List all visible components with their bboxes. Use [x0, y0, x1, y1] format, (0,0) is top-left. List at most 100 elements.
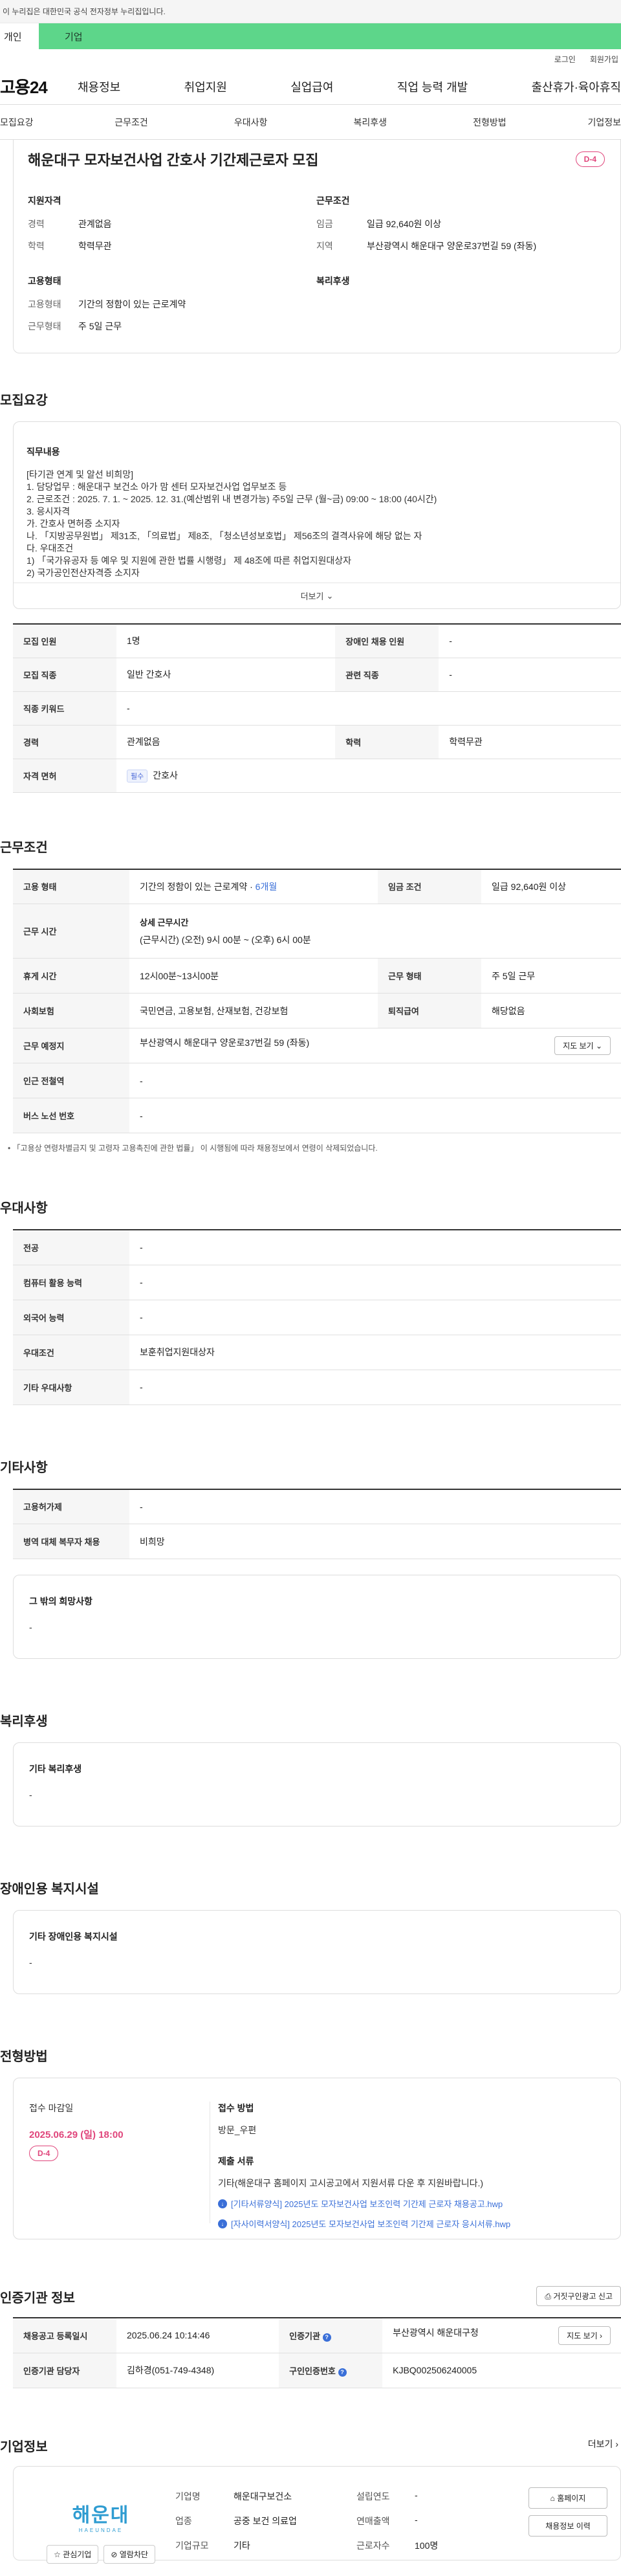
- duty-label: 직무내용: [27, 447, 60, 457]
- pref-label: 전공: [13, 1230, 129, 1265]
- cert-agency-cell: 부산광역시 해운대구청 지도 보기 ›: [382, 2318, 621, 2353]
- disabled-value: -: [29, 1957, 32, 1968]
- gnb-item-parental-leave[interactable]: 출산휴가·육아휴직: [532, 78, 621, 95]
- cert-map-button[interactable]: 지도 보기 ›: [558, 2326, 611, 2345]
- company-label: 기업규모: [175, 2540, 209, 2551]
- section-title-recruit: 모집요강: [0, 394, 48, 408]
- pref-label: 컴퓨터 활용 능력: [13, 1265, 129, 1300]
- summary-label: 지역: [316, 241, 333, 251]
- work-label: 근무 예정지: [13, 1028, 129, 1063]
- work-label: 근무 시간: [13, 904, 129, 959]
- gnb-menu: 채용정보 취업지원 실업급여 직업 능력 개발 출산휴가·육아휴직: [78, 78, 621, 95]
- company-value: 기타: [234, 2540, 250, 2551]
- company-logo-sub: HAEUNDAE: [78, 2527, 124, 2533]
- section-title-process: 전형방법: [0, 2050, 48, 2064]
- section-title-company: 기업정보: [0, 2439, 48, 2454]
- job-summary-card: 해운대구 모자보건사업 간호사 기간제근로자 모집 D-4 지원자격 경력 관계없…: [13, 140, 621, 353]
- summary-value: 관계없음: [78, 219, 112, 229]
- method-label: 접수 방법: [218, 2103, 254, 2113]
- work-label: 휴게 시간: [13, 958, 129, 994]
- info-icon[interactable]: ?: [322, 2333, 331, 2342]
- interest-label: 관심기업: [63, 2549, 92, 2559]
- tab-personal[interactable]: 개인: [0, 23, 39, 49]
- pref-value: -: [129, 1265, 621, 1300]
- site-logo[interactable]: 고용24: [0, 74, 78, 98]
- gov-notice-text: 이 누리집은 대한민국 공식 전자정부 누리집입니다.: [3, 7, 166, 16]
- gnb-item-jobs[interactable]: 채용정보: [78, 78, 120, 95]
- file-link-text: [자사이력서양식] 2025년도 모자보건사업 보조인력 기간제 근로자 응시서…: [231, 2219, 511, 2229]
- pref-label: 기타 우대사항: [13, 1370, 129, 1405]
- etc-label: 고용허가제: [13, 1489, 129, 1524]
- tab-company[interactable]: 기업: [39, 23, 621, 49]
- company-more-link[interactable]: 더보기 ›: [588, 2437, 618, 2450]
- recruit-label: 학력: [335, 725, 439, 759]
- license-label: 자격 면허: [13, 759, 116, 793]
- summary-value: 주 5일 근무: [78, 321, 122, 331]
- duty-text: [타기관 연계 및 알선 비희망] 1. 담당업무 : 해운대구 보건소 아가 …: [27, 469, 437, 578]
- anchor-company[interactable]: 기업정보: [549, 116, 621, 129]
- cert-label: 인증기관 담당자: [13, 2353, 116, 2388]
- etc-label: 병역 대체 복무자 채용: [13, 1524, 129, 1559]
- pref-table: 전공 - 컴퓨터 활용 능력 - 외국어 능력 - 우대조건 보훈취업지원대상자 기타 …: [13, 1229, 621, 1405]
- deadline-label: 접수 마감일: [29, 2103, 74, 2113]
- gnb-item-unemployment-benefit[interactable]: 실업급여: [290, 78, 333, 95]
- cert-value: 부산광역시 해운대구청: [393, 2327, 479, 2338]
- home-icon: ⌂: [550, 2493, 558, 2503]
- recruit-label: 관련 직종: [335, 658, 439, 692]
- map-view-button[interactable]: 지도 보기 ⌄: [554, 1036, 611, 1055]
- report-fake-ad-button[interactable]: ⎙ 거짓구인광고 신고: [536, 2286, 621, 2306]
- recruit-value: 학력무관: [439, 725, 621, 759]
- work-label: 퇴직급여: [378, 993, 482, 1028]
- homepage-button[interactable]: ⌂ 홈페이지: [528, 2487, 607, 2509]
- subway-value: -: [129, 1063, 621, 1098]
- file-link[interactable]: ↓ [자사이력서양식] 2025년도 모자보건사업 보조인력 기간제 근로자 응시…: [218, 2217, 605, 2230]
- map-button-label: 지도 보기: [563, 1041, 594, 1050]
- section-anchor-nav: 모집요강 근무조건 우대사항 복리후생 전형방법 기업정보: [0, 105, 621, 140]
- anchor-process[interactable]: 전형방법: [430, 116, 550, 129]
- summary-label: 임금: [316, 219, 333, 229]
- block-view-button[interactable]: ⊘ 열람차단: [104, 2544, 155, 2564]
- summary-welfare: 복리후생: [316, 274, 605, 342]
- bullet-icon: •: [8, 1144, 13, 1153]
- cert-label: 구인인증번호: [289, 2366, 336, 2376]
- section-title-work: 근무조건: [0, 840, 48, 855]
- break-value: 12시00분~13시00분: [129, 958, 378, 994]
- process-box: 접수 마감일 2025.06.29 (일) 18:00 D-4 접수 방법 방문…: [13, 2078, 621, 2239]
- time-value: (근무시간) (오전) 9시 00분 ~ (오후) 6시 00분: [140, 935, 311, 945]
- company-value: 해운대구보건소: [234, 2491, 292, 2502]
- disabled-label: 기타 장애인용 복지시설: [29, 1931, 118, 1942]
- anchor-preferences[interactable]: 우대사항: [191, 116, 310, 129]
- job-title: 해운대구 모자보건사업 간호사 기간제근로자 모집: [28, 152, 319, 168]
- star-icon: ☆: [54, 2549, 63, 2559]
- anchor-recruit[interactable]: 모집요강: [0, 116, 72, 129]
- file-link[interactable]: ↓ [기타서류양식] 2025년도 모자보건사업 보조인력 기간제 근로자 채용공…: [218, 2197, 605, 2210]
- work-label: 사회보험: [13, 993, 129, 1028]
- file-link-text: [기타서류양식] 2025년도 모자보건사업 보조인력 기간제 근로자 채용공고…: [231, 2199, 503, 2209]
- severance-value: 해당없음: [481, 993, 621, 1028]
- gnb-item-skills[interactable]: 직업 능력 개발: [397, 78, 468, 95]
- benefit-value: -: [29, 1790, 32, 1800]
- more-label: 더보기: [300, 592, 324, 601]
- summary-work-title: 근무조건: [316, 195, 350, 206]
- benefit-label: 기타 복리후생: [29, 1764, 82, 1774]
- info-icon[interactable]: ?: [338, 2368, 347, 2377]
- chevron-right-icon: ›: [615, 2438, 618, 2449]
- anchor-benefits[interactable]: 복리후생: [310, 116, 430, 129]
- summary-label: 고용형태: [28, 299, 61, 309]
- summary-value: 학력무관: [78, 241, 112, 251]
- anchor-work-conditions[interactable]: 근무조건: [72, 116, 191, 129]
- interest-company-button[interactable]: ☆ 관심기업: [47, 2544, 99, 2564]
- duty-more-button[interactable]: 더보기 ⌄: [14, 583, 620, 608]
- recruit-label: 모집 직종: [13, 658, 116, 692]
- login-link[interactable]: 로그인: [554, 54, 576, 65]
- job-history-button[interactable]: 채용정보 이력: [528, 2515, 607, 2537]
- signup-link[interactable]: 회원가입: [590, 54, 618, 65]
- user-type-tabs: 개인 기업: [0, 23, 621, 49]
- file-download-icon: ↓: [218, 2199, 227, 2208]
- report-icon: ⎙: [545, 2292, 554, 2301]
- pref-value: -: [129, 1230, 621, 1265]
- cert-label-cell: 구인인증번호 ?: [279, 2353, 383, 2388]
- recruit-value: 일반 간호사: [116, 658, 336, 692]
- employ-period: 6개월: [255, 881, 278, 892]
- gnb-item-employment-support[interactable]: 취업지원: [184, 78, 227, 95]
